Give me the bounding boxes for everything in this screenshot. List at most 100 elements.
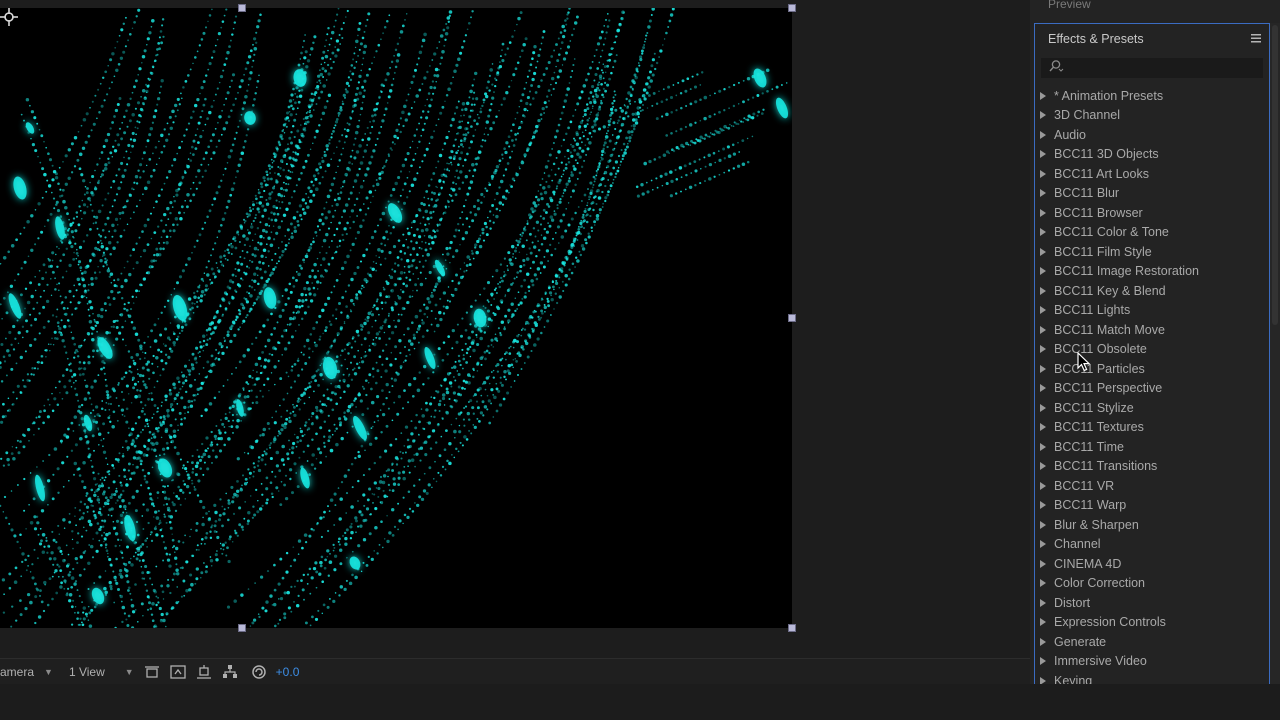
particle-dot (219, 223, 223, 227)
particle-dot (175, 338, 179, 341)
particle-dot (341, 102, 345, 106)
particle-dot (635, 67, 639, 71)
particle-dot (190, 363, 193, 365)
particle-dot (433, 74, 437, 77)
particle-dot (258, 615, 261, 619)
particle-dot (100, 367, 103, 371)
particle-dot (338, 302, 341, 305)
particle-dot (209, 559, 214, 563)
particle-dot (227, 518, 230, 522)
particle-dot (435, 74, 440, 78)
particle-dot (286, 457, 290, 461)
particle-dot (485, 225, 488, 229)
particle-dot (92, 349, 95, 353)
particle-dot (655, 61, 659, 65)
particle-dot (222, 512, 226, 516)
particle-dot (141, 101, 145, 105)
particle-dot (298, 89, 301, 92)
particle-dot (394, 302, 398, 306)
particle-dot (530, 207, 534, 211)
particle-dot (83, 211, 87, 215)
particle-dot (105, 331, 109, 335)
particle-dot (457, 385, 461, 389)
particle-dot (232, 495, 235, 499)
particle-dot (238, 240, 241, 244)
particle-dot (360, 343, 363, 346)
particle-dot (147, 84, 150, 87)
particle-dot (351, 486, 354, 489)
particle-dot (172, 382, 176, 386)
particle-dot (223, 337, 225, 339)
particle-dot (173, 386, 177, 390)
particle-dot (223, 340, 226, 343)
particle-dot (382, 32, 385, 35)
particle-dot (422, 383, 425, 386)
particle-dot (290, 451, 294, 455)
particle-dot (112, 246, 116, 251)
particle-dot (614, 160, 619, 164)
particle-dot (324, 558, 327, 562)
particle-dot (269, 243, 274, 248)
particle-dot (163, 513, 166, 516)
particle-dot (560, 111, 564, 115)
particle-dot (562, 169, 565, 172)
particle-dot (214, 93, 217, 96)
particle-dot (62, 253, 66, 257)
particle-dot (133, 85, 136, 89)
particle-dot (123, 156, 125, 159)
particle-dot (70, 313, 74, 316)
particle-dot (367, 381, 370, 384)
particle-dot (368, 242, 371, 245)
particle-dot (384, 78, 388, 82)
particle-dot (277, 247, 280, 249)
particle-dot (363, 337, 367, 341)
particle-dot (374, 507, 377, 510)
particle-dot (182, 86, 185, 89)
particle-dot (229, 39, 232, 42)
particle-dot (401, 163, 406, 168)
particle-dot (116, 103, 120, 106)
particle-dot (97, 241, 100, 244)
particle-dot (359, 42, 363, 46)
particle-dot (349, 155, 353, 158)
particle-dot (189, 152, 192, 154)
particle-dot (253, 37, 257, 41)
particle-dot (375, 300, 378, 303)
particle-dot (249, 294, 253, 298)
particle-dot (488, 351, 491, 355)
particle-dot (281, 294, 284, 297)
particle-dot (49, 349, 51, 352)
particle-dot (283, 195, 286, 197)
particle-dot (233, 21, 237, 24)
particle-dot (596, 83, 600, 86)
particle-dot (230, 425, 234, 428)
particle-dot (51, 530, 54, 533)
particle-dot (406, 438, 410, 442)
particle-dot (610, 111, 614, 115)
particle-dot (441, 358, 445, 362)
particle-dot (547, 174, 551, 178)
particle-dot (314, 231, 318, 234)
particle-dot (87, 519, 92, 524)
particle-dot (543, 101, 547, 105)
particle-dot (372, 149, 376, 153)
particle-dot (410, 342, 414, 346)
particle-dot (210, 157, 213, 160)
particle-dot (96, 313, 101, 318)
particle-dot (408, 278, 412, 282)
particle-dot (579, 232, 583, 236)
particle-dot (595, 94, 599, 99)
particle-dot (214, 358, 217, 361)
particle-dot (114, 489, 118, 493)
particle-dot (555, 279, 558, 282)
particle-dot (60, 319, 63, 322)
particle-dot (96, 117, 98, 120)
particle-dot (507, 371, 512, 376)
particle-dot (399, 30, 404, 34)
particle-dot (668, 19, 672, 23)
particle-dot (120, 484, 123, 487)
composition-canvas[interactable] (0, 8, 792, 628)
particle-dot (93, 605, 97, 609)
particle-dot (357, 525, 360, 528)
particle-dot (160, 133, 164, 138)
